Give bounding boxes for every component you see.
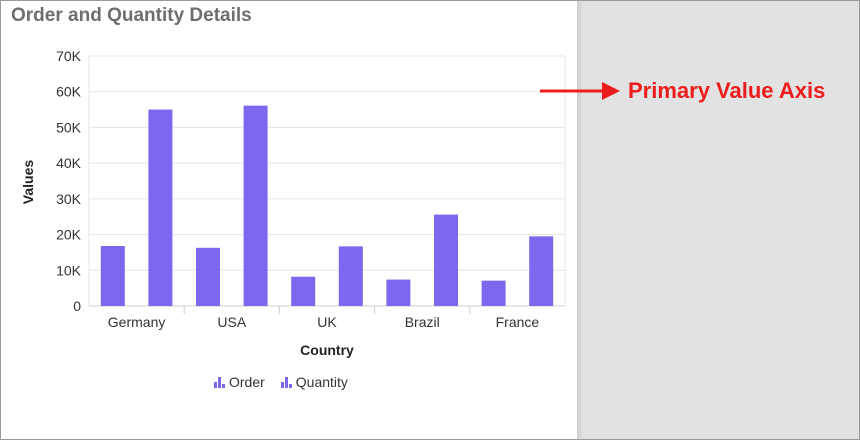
legend-label: Order <box>229 374 265 390</box>
legend-label: Quantity <box>295 374 348 390</box>
y-tick-label: 30K <box>56 191 82 207</box>
x-tick-label: USA <box>217 314 246 330</box>
bar-order-usa[interactable] <box>196 247 220 306</box>
bar-order-germany[interactable] <box>100 246 125 306</box>
y-tick-label: 50K <box>56 119 82 135</box>
x-tick-label: Brazil <box>405 314 440 330</box>
legend-item-quantity[interactable]: Quantity <box>280 374 348 390</box>
chart-legend[interactable]: Order Quantity <box>214 373 348 391</box>
bar-order-brazil[interactable] <box>386 279 411 306</box>
chart-widget: Order and Quantity Details 0 10K 20K 30K 40K… <box>1 1 577 439</box>
bar-quantity-uk[interactable] <box>338 246 363 306</box>
bar-quantity-brazil[interactable] <box>434 214 458 306</box>
x-tick-label: France <box>496 314 540 330</box>
bar-order-uk[interactable] <box>291 276 316 306</box>
y-tick-label: 40K <box>56 155 82 171</box>
bar-quantity-usa[interactable] <box>243 105 268 307</box>
y-tick-label: 20K <box>56 227 82 243</box>
y-tick-label: 10K <box>56 262 82 278</box>
y-axis-ticks: 0 10K 20K 30K 40K 50K 60K 70K <box>56 48 82 314</box>
bar-chart-icon <box>280 376 292 388</box>
y-tick-label: 70K <box>56 48 82 64</box>
empty-canvas-background <box>577 1 859 439</box>
bars <box>100 105 554 307</box>
arrow-right-icon <box>540 82 620 100</box>
legend-item-order[interactable]: Order <box>214 374 265 390</box>
bar-chart-icon <box>214 376 225 388</box>
callout-label: Primary Value Axis <box>628 78 826 103</box>
x-tick-label: Germany <box>108 314 166 330</box>
panel-shadow <box>577 1 583 439</box>
primary-value-axis-callout: Primary Value Axis <box>536 74 856 114</box>
bar-order-france[interactable] <box>481 280 506 306</box>
y-tick-label: 0 <box>73 298 81 314</box>
x-axis-title: Country <box>300 342 354 358</box>
x-axis-ticks: Germany USA UK Brazil France <box>108 306 540 330</box>
y-tick-label: 60K <box>56 84 82 100</box>
x-tick-label: UK <box>317 314 337 330</box>
y-axis-title: Values <box>20 160 36 205</box>
bar-quantity-germany[interactable] <box>148 109 173 306</box>
bar-quantity-france[interactable] <box>529 236 554 306</box>
